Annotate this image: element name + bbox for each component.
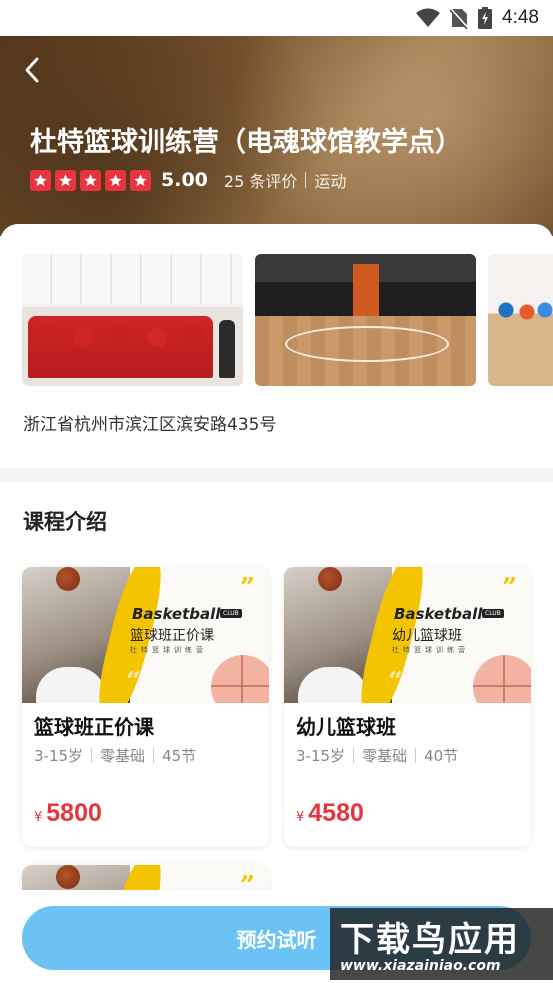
course-meta: 3-15岁 零基础 40节 <box>296 745 458 766</box>
rating-meta: 25 条评价 运动 <box>224 168 346 192</box>
photo-gallery[interactable] <box>22 254 553 386</box>
course-name: 篮球班正价课 <box>34 715 154 739</box>
watermark-text: 下载鸟应用 <box>340 920 520 960</box>
rating-row: 5.00 25 条评价 运动 <box>30 168 346 192</box>
venue-title: 杜特篮球训练营（电魂球馆教学点） <box>30 127 462 158</box>
venue-address[interactable]: 浙江省杭州市滨江区滨安路435号 <box>23 410 276 435</box>
star-icon <box>130 169 151 191</box>
photo-detail <box>285 326 449 362</box>
basketball-icon <box>56 567 80 591</box>
chevron-left-icon <box>25 57 39 83</box>
course-price: ¥ 5800 <box>34 799 102 828</box>
quote-icon: ” <box>502 573 517 603</box>
course-name: 幼儿篮球班 <box>296 715 396 739</box>
photo-detail <box>22 254 243 304</box>
basketball-graphic <box>211 655 269 703</box>
course-card[interactable]: ” Basketball CLUB 篮球班正价课 杜特篮球训练营 “ 篮球班正价… <box>22 567 269 847</box>
basketball-icon <box>318 567 342 591</box>
star-icon <box>55 169 76 191</box>
quote-icon: ” <box>240 573 255 603</box>
course-card[interactable]: ” Basketball CLUB 幼儿篮球班 杜特篮球训练营 “ 幼儿篮球班 … <box>284 567 531 847</box>
course-price: ¥ 4580 <box>296 799 364 828</box>
photo-detail <box>353 264 379 316</box>
currency-symbol: ¥ <box>296 810 305 825</box>
star-icon <box>80 169 101 191</box>
course-banner: ” Basketball CLUB 篮球班正价课 杜特篮球训练营 “ <box>22 567 269 703</box>
course-lessons: 40节 <box>424 747 459 765</box>
gallery-photo-team[interactable] <box>22 254 243 386</box>
rating-score: 5.00 <box>161 169 208 191</box>
quote-icon: “ <box>388 667 403 697</box>
section-title: 课程介绍 <box>23 510 107 534</box>
divider <box>153 748 155 763</box>
course-level: 零基础 <box>100 747 146 765</box>
battery-charging-icon <box>478 7 493 29</box>
photo-detail <box>219 320 235 378</box>
course-banner: ” Basketball CLUB 幼儿篮球班 杜特篮球训练营 “ <box>284 567 531 703</box>
status-bar: 4:48 <box>0 0 553 36</box>
divider <box>353 748 355 763</box>
currency-symbol: ¥ <box>34 810 43 825</box>
banner-title: 篮球班正价课 <box>130 628 214 644</box>
price-value: 5800 <box>46 799 102 827</box>
review-count[interactable]: 25 条评价 <box>224 168 297 192</box>
divider <box>415 748 417 763</box>
photo-detail <box>28 316 213 378</box>
gallery-photo-court[interactable] <box>255 254 476 386</box>
banner-badge: CLUB <box>220 609 242 618</box>
status-time: 4:48 <box>502 7 539 28</box>
watermark-logo: 下载鸟应用 www.xiazainiao.com <box>330 908 553 980</box>
course-age: 3-15岁 <box>296 747 346 765</box>
banner-title: 幼儿篮球班 <box>392 628 462 644</box>
venue-hero: 杜特篮球训练营（电魂球馆教学点） 5.00 25 条评价 运动 <box>0 36 553 236</box>
banner-brand: Basketball <box>132 605 221 623</box>
banner-badge: CLUB <box>482 609 504 618</box>
category-tag: 运动 <box>314 172 347 191</box>
price-value: 4580 <box>308 799 364 827</box>
course-level: 零基础 <box>362 747 408 765</box>
divider <box>91 748 93 763</box>
back-button[interactable] <box>16 54 48 86</box>
divider <box>305 172 307 188</box>
course-lessons: 45节 <box>162 747 197 765</box>
banner-brand: Basketball <box>394 605 483 623</box>
photo-detail <box>494 294 553 334</box>
basketball-graphic <box>473 655 531 703</box>
banner-subtitle: 杜特篮球训练营 <box>130 646 207 654</box>
no-sim-icon <box>450 7 469 29</box>
venue-info-card: 浙江省杭州市滨江区滨安路435号 <box>0 224 553 468</box>
star-icon <box>30 169 51 191</box>
basketball-icon <box>56 865 80 889</box>
banner-subtitle: 杜特篮球训练营 <box>392 646 469 654</box>
gallery-photo-training[interactable] <box>488 254 553 386</box>
course-meta: 3-15岁 零基础 45节 <box>34 745 196 766</box>
wifi-icon <box>416 8 441 28</box>
course-age: 3-15岁 <box>34 747 84 765</box>
watermark-url: www.xiazainiao.com <box>340 958 501 974</box>
star-icon <box>105 169 126 191</box>
quote-icon: “ <box>126 667 141 697</box>
